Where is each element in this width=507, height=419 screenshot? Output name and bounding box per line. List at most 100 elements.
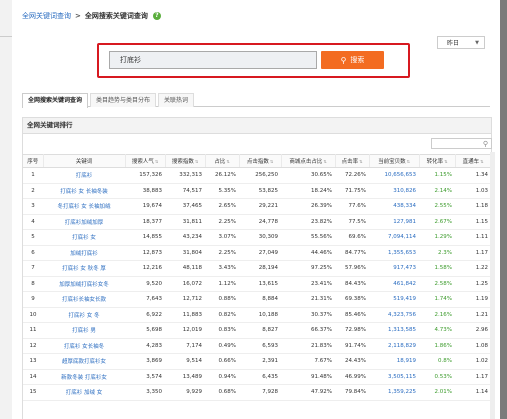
keyword-link[interactable]: 加绒打底衫 bbox=[43, 245, 125, 261]
table-cell: 9,514 bbox=[165, 353, 205, 370]
column-header-label: 当前宝贝数 bbox=[378, 159, 406, 165]
table-cell: 23.41% bbox=[281, 276, 335, 292]
keyword-link[interactable]: 冬打底衫 女 长袖加绒 bbox=[43, 198, 125, 215]
column-header[interactable]: 商城点击占比⇅ bbox=[281, 154, 336, 168]
close-icon[interactable]: × bbox=[487, 3, 501, 17]
table-row[interactable]: 12 打底衫 女长袖冬 4,283 7,174 0.49% 6,593 21.83% 91.7… bbox=[23, 338, 491, 354]
table-row[interactable]: 7 打底衫 女 秋冬 厚 12,216 48,118 3.43% 28,194 97.25%… bbox=[23, 260, 491, 277]
table-cell: 1,313,585 bbox=[369, 322, 419, 339]
table-cell: 519,419 bbox=[369, 291, 419, 308]
table-row[interactable]: 5 打底衫 女 14,855 43,234 3.07% 30,309 55.56% 69.6%… bbox=[23, 229, 491, 246]
sort-icon[interactable]: ⇅ bbox=[359, 160, 362, 164]
search-button[interactable]: ⚲ 搜索 bbox=[321, 51, 384, 69]
column-header-label: 搜索人气 bbox=[131, 159, 154, 165]
sort-icon[interactable]: ⇅ bbox=[195, 160, 198, 164]
table-cell: 31,811 bbox=[165, 214, 205, 230]
table-row[interactable]: 6 加绒打底衫 12,873 31,804 2.25% 27,049 44.46% 84.77… bbox=[23, 245, 491, 261]
table-row[interactable]: 13 超厚底款打底衫女 3,869 9,514 0.66% 2,391 7.67% 24.43… bbox=[23, 353, 491, 370]
table-cell: 19,674 bbox=[125, 198, 165, 215]
panel-title: 全网关键词排行 bbox=[23, 118, 491, 134]
table-cell: 12,873 bbox=[125, 245, 165, 261]
table-cell: 66.37% bbox=[281, 322, 335, 339]
table-cell: 7,174 bbox=[165, 338, 205, 354]
sort-icon[interactable]: ⇅ bbox=[226, 160, 229, 164]
table-row[interactable]: 4 打底衫加绒加厚 18,377 31,811 2.25% 24,778 23.82% 77.… bbox=[23, 214, 491, 230]
sort-icon[interactable]: ⇅ bbox=[444, 160, 447, 164]
table-cell: 30.65% bbox=[281, 167, 335, 184]
column-header-label: 点击率 bbox=[341, 159, 359, 165]
breadcrumb: 全网关键词查询 > 全网搜索关键词查询 ? bbox=[22, 11, 161, 21]
table-row[interactable]: 8 加厚加绒打底衫女冬 9,520 16,072 1.12% 13,615 23.41% 84… bbox=[23, 276, 491, 292]
table-cell: 24.43% bbox=[335, 353, 369, 370]
search-icon: ⚲ bbox=[340, 55, 347, 65]
sort-icon[interactable]: ⇅ bbox=[155, 160, 158, 164]
sort-icon[interactable]: ⇅ bbox=[270, 160, 273, 164]
tab-keyword-query[interactable]: 全网搜索关键词查询 bbox=[22, 93, 89, 108]
breadcrumb-root-link[interactable]: 全网关键词查询 bbox=[22, 11, 71, 21]
table-filter-input[interactable]: ⚲ bbox=[431, 138, 492, 149]
table-cell: 77.5% bbox=[335, 214, 369, 230]
tab-related-words[interactable]: 关联热词 bbox=[158, 93, 195, 107]
table-row[interactable]: 14 新款冬装 打底衫女 3,574 13,489 0.94% 6,435 91.48% 46… bbox=[23, 369, 491, 385]
period-select[interactable]: 昨日 ▼ bbox=[437, 36, 485, 49]
table-row[interactable]: 2 打底衫 女 长袖冬装 38,883 74,517 5.35% 53,825 18.24%… bbox=[23, 183, 491, 199]
table-cell: 8 bbox=[23, 276, 43, 292]
search-input[interactable]: 打底衫 bbox=[109, 51, 317, 69]
table-row[interactable]: 1 打底衫 157,326 332,313 26.12% 256,250 30.65% 72.… bbox=[23, 167, 491, 184]
column-header[interactable]: 搜索人气⇅ bbox=[125, 154, 166, 168]
column-header[interactable]: 占比⇅ bbox=[205, 154, 240, 168]
column-header[interactable]: 搜索指数⇅ bbox=[165, 154, 206, 168]
table-cell: 0.8% bbox=[419, 353, 455, 370]
keyword-link[interactable]: 打底衫 女 长袖冬装 bbox=[43, 183, 125, 199]
table-cell: 10,656,653 bbox=[369, 167, 419, 184]
tab-category-trend[interactable]: 类目趋势与类目分布 bbox=[90, 93, 157, 107]
table-cell: 2.67% bbox=[419, 214, 455, 230]
table-cell: 0.66% bbox=[205, 353, 239, 370]
keyword-link[interactable]: 打底衫长袖女长款 bbox=[43, 291, 125, 308]
keyword-link[interactable]: 打底衫 女 冬 bbox=[43, 307, 125, 323]
table-cell: 256,250 bbox=[239, 167, 281, 184]
keyword-link[interactable]: 打底衫 男 bbox=[43, 322, 125, 339]
keyword-link[interactable]: 打底衫 女 秋冬 厚 bbox=[43, 260, 125, 277]
table-cell: 2.25% bbox=[205, 245, 239, 261]
keyword-link[interactable]: 加厚加绒打底衫女冬 bbox=[43, 276, 125, 292]
help-icon[interactable]: ? bbox=[152, 12, 161, 20]
table-row[interactable]: 15 打底衫 加绒 女 3,350 9,929 0.68% 7,928 47.92% 79.8… bbox=[23, 384, 491, 401]
table-cell: 1.08 bbox=[455, 338, 491, 354]
sort-icon[interactable]: ⇅ bbox=[480, 160, 483, 164]
table-cell: 2.58% bbox=[419, 276, 455, 292]
sort-icon[interactable]: ⇅ bbox=[407, 160, 410, 164]
table-row[interactable]: 3 冬打底衫 女 长袖加绒 19,674 37,465 2.65% 29,221 26.39… bbox=[23, 198, 491, 215]
table-cell: 1.11 bbox=[455, 229, 491, 246]
keyword-link[interactable]: 新款冬装 打底衫女 bbox=[43, 369, 125, 385]
table-cell: 1.15 bbox=[455, 214, 491, 230]
table-row[interactable]: 11 打底衫 男 5,698 12,019 0.83% 8,827 66.37% 72.98%… bbox=[23, 322, 491, 339]
table-row[interactable]: 10 打底衫 女 冬 6,922 11,883 0.82% 10,188 30.37% 85.… bbox=[23, 307, 491, 323]
keyword-ranking-panel: 全网关键词排行 ⚲ 序号 关键词 搜索人气⇅ 搜索指数⇅ 占比⇅ 点击指数⇅ 商城点击占比⇅… bbox=[22, 117, 492, 419]
column-header[interactable]: 直通车⇅ bbox=[455, 154, 492, 168]
table-cell: 1.12% bbox=[205, 276, 239, 292]
keyword-link[interactable]: 超厚底款打底衫女 bbox=[43, 353, 125, 370]
table-cell: 1.22 bbox=[455, 260, 491, 277]
table-cell: 30,309 bbox=[239, 229, 281, 246]
table-cell: 2.55% bbox=[419, 198, 455, 215]
column-header[interactable]: 当前宝贝数⇅ bbox=[369, 154, 420, 168]
table-cell: 11 bbox=[23, 322, 43, 339]
sort-icon[interactable]: ⇅ bbox=[323, 160, 326, 164]
table-scrollbar[interactable] bbox=[490, 152, 495, 419]
keyword-link[interactable]: 打底衫加绒加厚 bbox=[43, 214, 125, 230]
table-cell: 4,283 bbox=[125, 338, 165, 354]
column-header-label: 序号 bbox=[27, 159, 39, 165]
table-row[interactable]: 9 打底衫长袖女长款 7,643 12,712 0.88% 8,884 21.31% 69.3… bbox=[23, 291, 491, 308]
table-cell: 332,313 bbox=[165, 167, 205, 184]
keyword-link[interactable]: 打底衫 女 bbox=[43, 229, 125, 246]
table-cell: 13,615 bbox=[239, 276, 281, 292]
keyword-link[interactable]: 打底衫 女长袖冬 bbox=[43, 338, 125, 354]
keyword-link[interactable]: 打底衫 bbox=[43, 167, 125, 184]
column-header[interactable]: 点击指数⇅ bbox=[239, 154, 282, 168]
table-cell: 12 bbox=[23, 338, 43, 354]
table-cell: 9 bbox=[23, 291, 43, 308]
column-header[interactable]: 转化率⇅ bbox=[419, 154, 456, 168]
column-header[interactable]: 点击率⇅ bbox=[335, 154, 370, 168]
keyword-link[interactable]: 打底衫 加绒 女 bbox=[43, 384, 125, 401]
